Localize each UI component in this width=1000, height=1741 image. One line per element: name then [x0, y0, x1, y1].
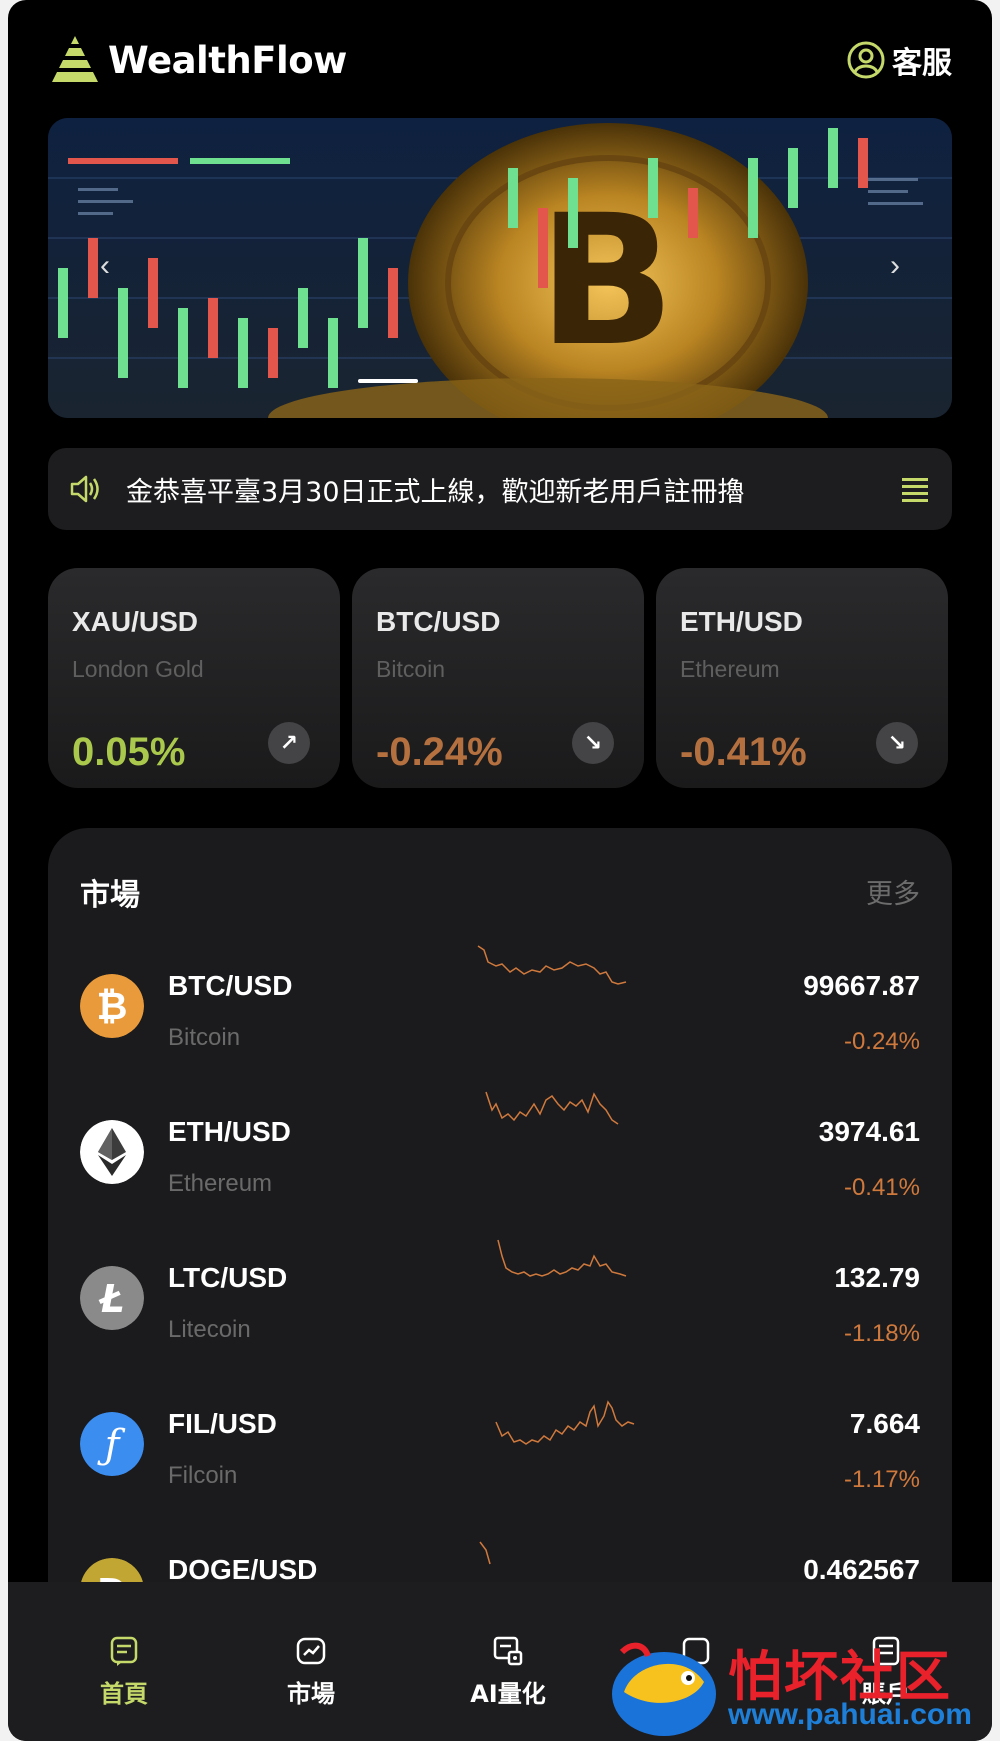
- app-name: WealthFlow: [108, 38, 347, 82]
- ticker-name: Ethereum: [680, 656, 780, 682]
- ethereum-icon: [80, 1120, 144, 1184]
- sparkline-chart: [495, 1400, 635, 1445]
- svg-text:Ł: Ł: [98, 1277, 124, 1321]
- nav-ai-quant[interactable]: AI量化: [438, 1634, 578, 1709]
- litecoin-icon: Ł: [80, 1266, 144, 1330]
- pyramid-logo-icon: [52, 36, 98, 82]
- arrow-down-right-icon: ↘: [876, 722, 918, 764]
- sparkline-chart: [477, 945, 627, 985]
- market-name: Ethereum: [168, 1170, 273, 1197]
- market-change: -0.41%: [843, 1174, 920, 1201]
- home-icon: [110, 1636, 138, 1666]
- speaker-icon: [70, 475, 99, 503]
- ticker-change: -0.24%: [376, 730, 503, 774]
- banner-dot-active[interactable]: [358, 379, 418, 383]
- sparkline-chart: [485, 1091, 619, 1125]
- market-price: 99667.87: [803, 970, 920, 1001]
- ticker-card-xau[interactable]: XAU/USD London Gold 0.05% ↗: [48, 568, 340, 788]
- market-symbol: FIL/USD: [168, 1408, 277, 1439]
- nav-label: AI量化: [470, 1680, 546, 1708]
- header: WealthFlow 客服: [48, 28, 952, 92]
- site-watermark: 怕坏社区 www.pahuai.com: [600, 1632, 992, 1741]
- bitcoin-icon: ₿: [80, 974, 144, 1038]
- announcement-bar[interactable]: 金恭喜平臺3月30日正式上線，歡迎新老用戶註冊擼: [48, 448, 952, 530]
- list-menu-icon[interactable]: [900, 474, 930, 504]
- banner-pagination: [358, 379, 418, 383]
- customer-service-label: 客服: [892, 47, 952, 80]
- market-symbol: ETH/USD: [168, 1116, 291, 1147]
- banner-next-arrow[interactable]: ›: [880, 246, 910, 286]
- ticker-change: -0.41%: [680, 730, 807, 774]
- ticker-change: 0.05%: [72, 730, 186, 774]
- market-price: 7.664: [849, 1408, 920, 1439]
- app-screen: WealthFlow 客服 B ‹ › 金恭喜平臺3月30日正式上線，歡迎新老用…: [8, 0, 992, 1741]
- ticker-name: Bitcoin: [376, 656, 446, 682]
- ticker-symbol: XAU/USD: [72, 606, 199, 637]
- market-change: -1.18%: [843, 1320, 920, 1347]
- fish-logo-icon: [612, 1642, 716, 1736]
- market-symbol: BTC/USD: [168, 970, 293, 1001]
- market-change: -1.17%: [843, 1466, 920, 1493]
- market-name: Litecoin: [168, 1316, 251, 1343]
- arrow-down-right-icon: ↘: [572, 722, 614, 764]
- nav-market[interactable]: 市場: [241, 1634, 381, 1709]
- market-title: 市場: [80, 878, 140, 913]
- svg-text:₿: ₿: [97, 984, 128, 1028]
- ticker-card-eth[interactable]: ETH/USD Ethereum -0.41% ↘: [656, 568, 948, 788]
- watermark-url: www.pahuai.com: [728, 1698, 972, 1731]
- nav-label: 首頁: [100, 1680, 148, 1708]
- logo[interactable]: WealthFlow: [48, 28, 347, 92]
- sparkline-chart: [497, 1239, 627, 1277]
- filecoin-icon: ƒ: [80, 1412, 144, 1476]
- market-price: 132.79: [834, 1262, 920, 1293]
- ticker-name: London Gold: [72, 656, 204, 682]
- market-price: 3974.61: [818, 1116, 920, 1147]
- nav-home[interactable]: 首頁: [54, 1634, 194, 1709]
- bitcoin-chart-image: B: [48, 118, 952, 418]
- more-link[interactable]: 更多: [866, 872, 920, 911]
- nav-label: 市場: [287, 1680, 335, 1708]
- market-name: Bitcoin: [168, 1024, 241, 1051]
- announcement-text: 金恭喜平臺3月30日正式上線，歡迎新老用戶註冊擼: [126, 477, 745, 508]
- ticker-card-btc[interactable]: BTC/USD Bitcoin -0.24% ↘: [352, 568, 644, 788]
- promo-banner[interactable]: B ‹ ›: [48, 118, 952, 418]
- ai-quant-icon: [493, 1636, 523, 1666]
- ticker-symbol: ETH/USD: [680, 606, 803, 637]
- customer-service-button[interactable]: 客服: [846, 38, 952, 82]
- banner-prev-arrow[interactable]: ‹: [90, 246, 120, 286]
- market-name: Filcoin: [168, 1462, 238, 1489]
- market-change: -0.24%: [843, 1028, 920, 1055]
- user-circle-icon: [847, 41, 885, 79]
- ticker-symbol: BTC/USD: [376, 606, 501, 637]
- arrow-up-right-icon: ↗: [268, 722, 310, 764]
- market-icon: [296, 1637, 326, 1665]
- ticker-cards: XAU/USD London Gold 0.05% ↗ BTC/USD Bitc…: [48, 568, 952, 790]
- market-symbol: LTC/USD: [168, 1262, 288, 1293]
